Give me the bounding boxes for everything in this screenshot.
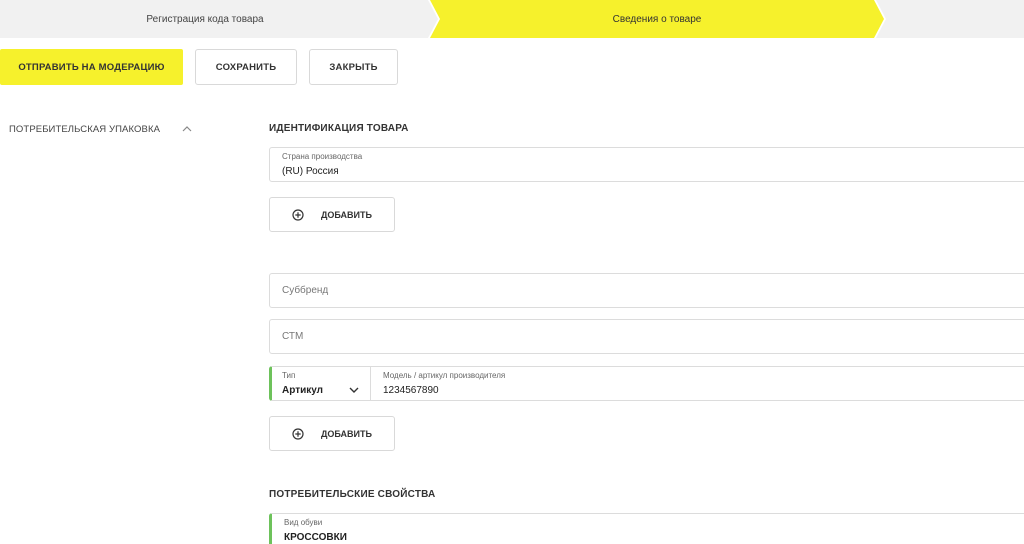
model-article-field[interactable]: Модель / артикул производителя 123456789… (370, 366, 1024, 401)
step-1-label[interactable]: Регистрация кода товара (0, 0, 410, 38)
ctm-field[interactable]: СТМ (269, 319, 1024, 354)
shoe-type-label: Вид обуви (284, 518, 323, 527)
add-button-label: ДОБАВИТЬ (321, 209, 372, 220)
country-field-value: (RU) Россия (282, 166, 339, 177)
add-model-button[interactable]: ДОБАВИТЬ (269, 416, 395, 451)
submit-for-moderation-button[interactable]: ОТПРАВИТЬ НА МОДЕРАЦИЮ (0, 49, 183, 85)
subbrand-field[interactable]: Суббренд (269, 273, 1024, 308)
step-2-label[interactable]: Сведения о товаре (440, 0, 874, 38)
step-3-shape (876, 0, 1024, 38)
country-field-label: Страна производства (282, 152, 363, 161)
type-select[interactable]: Тип Артикул (269, 366, 371, 401)
model-article-row: Тип Артикул Модель / артикул производите… (269, 366, 1024, 401)
plus-circle-icon (292, 427, 304, 440)
model-article-value: 1234567890 (383, 385, 439, 396)
type-select-label: Тип (282, 371, 296, 380)
progress-stepper: Регистрация кода товара Сведения о товар… (0, 0, 1024, 38)
model-article-label: Модель / артикул производителя (383, 371, 506, 380)
chevron-up-icon (182, 126, 192, 132)
ctm-placeholder: СТМ (282, 331, 304, 342)
shoe-type-field[interactable]: Вид обуви КРОССОВКИ (269, 513, 1024, 544)
identification-section-title: ИДЕНТИФИКАЦИЯ ТОВАРА (269, 123, 409, 134)
consumer-properties-section-title: ПОТРЕБИТЕЛЬСКИЕ СВОЙСТВА (269, 489, 436, 500)
plus-circle-icon (292, 208, 304, 221)
country-of-origin-field[interactable]: Страна производства (RU) Россия (269, 147, 1024, 182)
sidebar-item-consumer-packaging[interactable]: ПОТРЕБИТЕЛЬСКАЯ УПАКОВКА (9, 122, 199, 136)
close-button[interactable]: ЗАКРЫТЬ (309, 49, 398, 85)
shoe-type-value: КРОССОВКИ (284, 532, 347, 543)
chevron-down-icon (349, 380, 359, 398)
add-button-label: ДОБАВИТЬ (321, 428, 372, 439)
type-select-value: Артикул (282, 385, 324, 396)
add-country-button[interactable]: ДОБАВИТЬ (269, 197, 395, 232)
save-button[interactable]: СОХРАНИТЬ (195, 49, 297, 85)
subbrand-placeholder: Суббренд (282, 285, 329, 296)
sidebar-item-label: ПОТРЕБИТЕЛЬСКАЯ УПАКОВКА (9, 123, 161, 135)
